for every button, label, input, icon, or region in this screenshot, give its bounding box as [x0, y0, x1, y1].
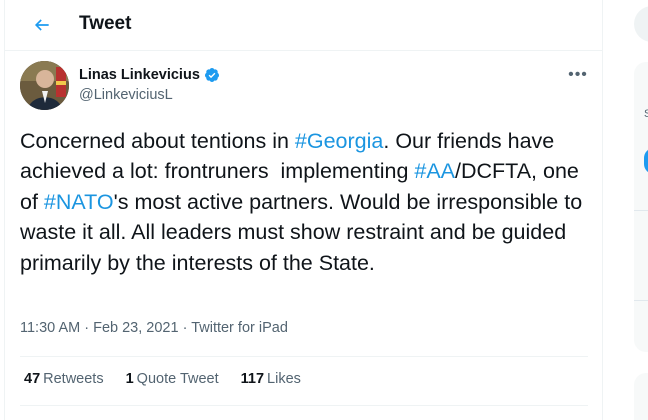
page-title: Tweet	[79, 13, 132, 34]
tweet-stats: 47 Retweets 1 Quote Tweet 117 Likes	[24, 371, 301, 387]
tweet-date[interactable]: Feb 23, 2021	[93, 320, 178, 336]
sidebar-panel	[634, 62, 648, 352]
sidebar-panel-2	[634, 373, 648, 420]
verified-badge-icon	[204, 67, 220, 83]
more-horizontal-icon: •••	[568, 66, 588, 83]
main-column: Tweet Linas Linkevicius @LinkeviciusL ••…	[0, 0, 603, 420]
meta-separator: ·	[178, 320, 192, 336]
tweet-meta: 11:30 AM · Feb 23, 2021 · Twitter for iP…	[20, 320, 288, 336]
quote-tweets-stat[interactable]: 1 Quote Tweet	[126, 371, 219, 387]
hashtag-link[interactable]: #Georgia	[295, 129, 383, 153]
sidebar-divider	[634, 300, 648, 301]
retweets-count: 47	[24, 371, 41, 387]
hashtag-link[interactable]: #AA	[414, 159, 455, 183]
author-name-text[interactable]: Linas Linkevicius	[79, 67, 200, 83]
more-options-button[interactable]: •••	[563, 64, 593, 86]
divider	[20, 405, 588, 406]
hashtag-link[interactable]: #NATO	[44, 190, 114, 214]
sidebar-partial-text: S	[644, 108, 648, 120]
quote-tweets-label: Quote Tweet	[136, 371, 219, 387]
likes-count: 117	[240, 371, 265, 387]
search-bar[interactable]	[634, 6, 648, 42]
page-header: Tweet	[5, 0, 602, 51]
tweet-page: Tweet Linas Linkevicius @LinkeviciusL ••…	[0, 0, 648, 420]
retweets-label: Retweets	[43, 371, 104, 387]
tweet-source[interactable]: Twitter for iPad	[191, 320, 288, 336]
retweets-stat[interactable]: 47 Retweets	[24, 371, 104, 387]
tweet-text-segment: Concerned about tentions in	[20, 129, 295, 153]
divider	[20, 356, 588, 357]
avatar-photo-icon	[20, 61, 69, 110]
back-button[interactable]	[25, 8, 59, 42]
quote-tweets-count: 1	[125, 371, 134, 387]
avatar[interactable]	[20, 61, 69, 110]
arrow-left-icon	[34, 19, 49, 31]
author-name[interactable]: Linas Linkevicius	[79, 67, 220, 83]
meta-separator: ·	[80, 320, 94, 336]
likes-label: Likes	[267, 371, 301, 387]
sidebar-divider	[634, 210, 648, 211]
tweet-time[interactable]: 11:30 AM	[20, 320, 80, 336]
likes-stat[interactable]: 117 Likes	[241, 371, 301, 387]
tweet-text: Concerned about tentions in #Georgia. Ou…	[20, 126, 590, 278]
author-handle[interactable]: @LinkeviciusL	[79, 87, 173, 103]
